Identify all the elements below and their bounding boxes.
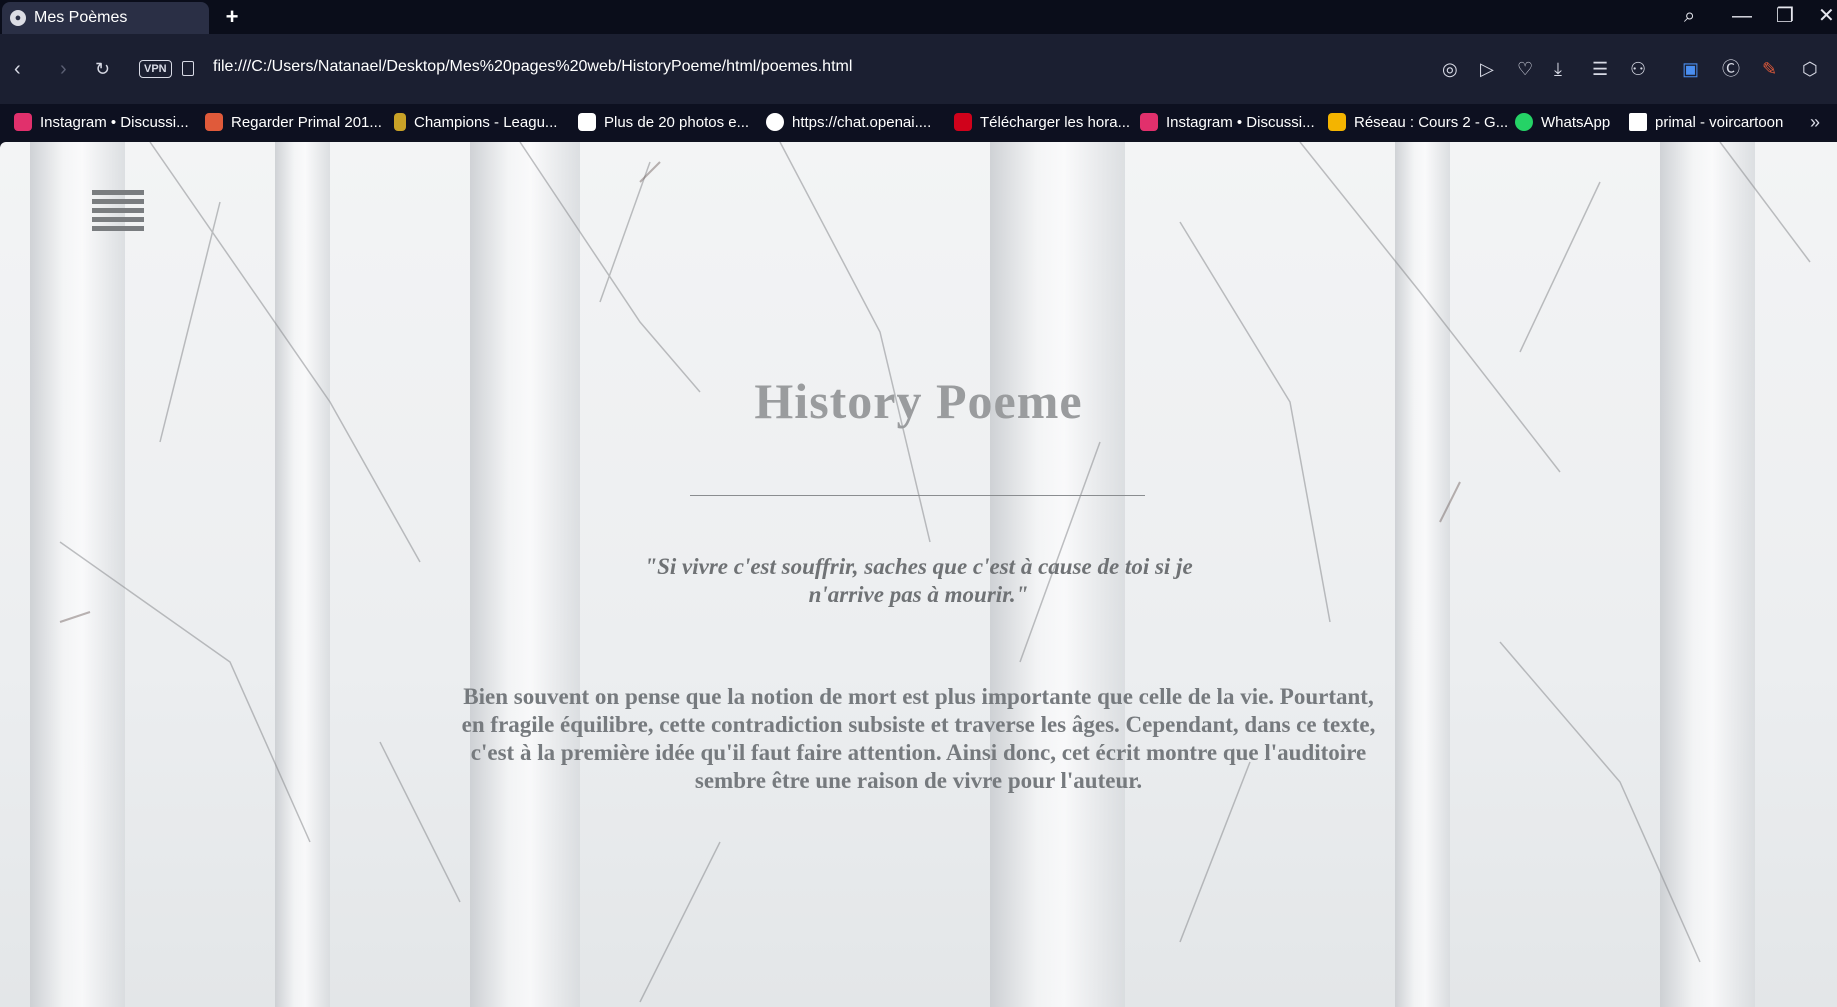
- bookmark-label: Instagram • Discussi...: [1166, 113, 1315, 131]
- easy-setup-icon[interactable]: ☰: [1592, 57, 1608, 81]
- openai-icon: [766, 113, 784, 131]
- bookmark-item[interactable]: Champions - Leagu...: [394, 108, 557, 136]
- search-tabs-icon[interactable]: ⌕: [1684, 4, 1695, 28]
- bookmark-item[interactable]: Instagram • Discussi...: [14, 108, 189, 136]
- camera-icon[interactable]: ◎: [1442, 57, 1458, 81]
- grammar-extension-icon[interactable]: Ⓒ: [1722, 57, 1740, 81]
- reload-icon[interactable]: ↻: [95, 57, 110, 81]
- photos-icon: [578, 113, 596, 131]
- browser-logo-icon: ●: [10, 10, 26, 26]
- bookmark-item[interactable]: Instagram • Discussi...: [1140, 108, 1315, 136]
- bookmark-item[interactable]: Regarder Primal 201...: [205, 108, 382, 136]
- page-title: History Poeme: [754, 373, 1083, 429]
- bookmark-item[interactable]: WhatsApp: [1515, 108, 1610, 136]
- title-divider: [690, 495, 1145, 496]
- minimize-button[interactable]: —: [1732, 4, 1752, 28]
- stack-icon: [205, 113, 223, 131]
- bookmark-label: Regarder Primal 201...: [231, 113, 382, 131]
- close-window-button[interactable]: ✕: [1818, 4, 1835, 28]
- bookmark-item[interactable]: https://chat.openai....: [766, 108, 931, 136]
- intro-paragraph: Bien souvent on pense que la notion de m…: [461, 684, 1376, 793]
- bookmark-label: Télécharger les hora...: [980, 113, 1131, 131]
- translate-extension-icon[interactable]: ▣: [1682, 57, 1699, 81]
- bookmark-item[interactable]: Réseau : Cours 2 - G...: [1328, 108, 1508, 136]
- title-bar: ● Mes Poèmes + ⌕ — ❐ ✕: [0, 0, 1837, 34]
- page-icon: [1629, 113, 1647, 131]
- bookmark-item[interactable]: Télécharger les hora...: [954, 108, 1130, 136]
- bookmark-label: Champions - Leagu...: [414, 113, 558, 131]
- download-icon[interactable]: ⤓: [1554, 57, 1562, 81]
- flow-icon[interactable]: ▷: [1480, 57, 1494, 81]
- bookmark-label: Instagram • Discussi...: [40, 113, 189, 131]
- hamburger-menu-icon[interactable]: [92, 190, 144, 236]
- bookmark-item[interactable]: primal - voircartoon: [1629, 108, 1783, 136]
- bookmark-label: WhatsApp: [1541, 113, 1611, 131]
- bookmark-label: https://chat.openai....: [792, 113, 932, 131]
- more-bookmarks-icon[interactable]: »: [1810, 108, 1820, 136]
- bookmark-label: Plus de 20 photos e...: [604, 113, 750, 131]
- restore-button[interactable]: ❐: [1776, 4, 1794, 28]
- bookmark-label: Réseau : Cours 2 - G...: [1354, 113, 1509, 131]
- bookmark-label: primal - voircartoon: [1655, 113, 1784, 131]
- transit-icon: [954, 113, 972, 131]
- epigraph-quote: "Si vivre c'est souffrir, saches que c'e…: [644, 554, 1193, 607]
- bookmark-item[interactable]: Plus de 20 photos e...: [578, 108, 749, 136]
- browser-tab[interactable]: ● Mes Poèmes: [2, 2, 209, 34]
- extensions-icon[interactable]: ⬡: [1802, 57, 1818, 81]
- pen-extension-icon[interactable]: ✎: [1762, 57, 1777, 81]
- vpn-badge[interactable]: VPN: [139, 60, 172, 78]
- page-info-icon[interactable]: [182, 61, 194, 76]
- slides-icon: [1328, 113, 1346, 131]
- whatsapp-icon: [1515, 113, 1533, 131]
- profile-icon[interactable]: ⚇: [1630, 57, 1646, 81]
- new-tab-button[interactable]: +: [221, 6, 243, 28]
- url-field[interactable]: file:///C:/Users/Natanael/Desktop/Mes%20…: [213, 58, 852, 76]
- back-button[interactable]: ‹: [14, 57, 21, 81]
- forward-button[interactable]: ›: [60, 57, 67, 81]
- instagram-icon: [14, 113, 32, 131]
- instagram-icon: [1140, 113, 1158, 131]
- heart-icon[interactable]: ♡: [1517, 57, 1533, 81]
- tab-title: Mes Poèmes: [34, 9, 128, 26]
- league-icon: [394, 113, 406, 131]
